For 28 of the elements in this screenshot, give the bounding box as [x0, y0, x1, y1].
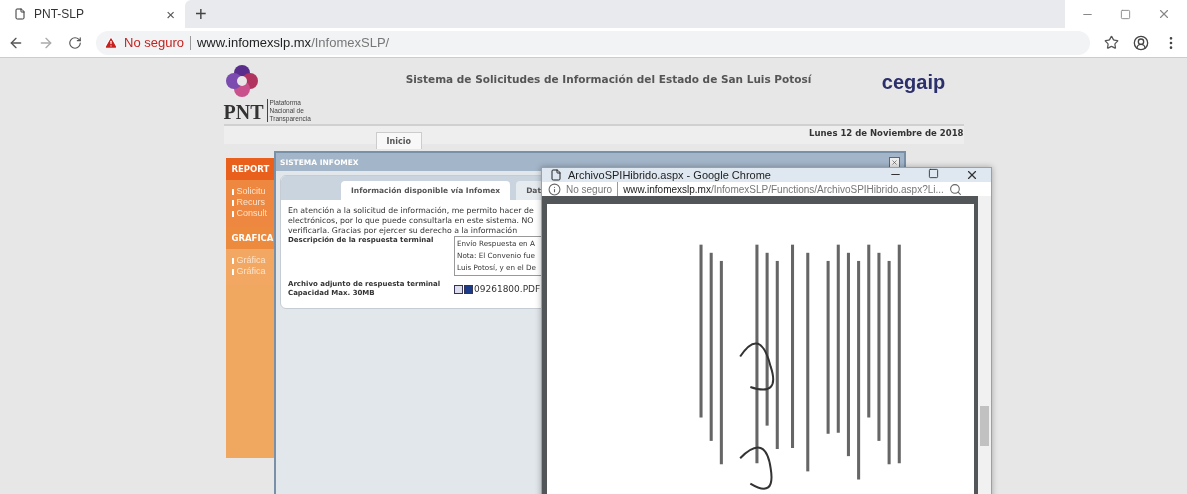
- page-icon: [550, 169, 562, 181]
- nav-tab[interactable]: Inicio: [375, 132, 422, 149]
- address-bar[interactable]: No seguro www.infomexslp.mx/InfomexSLP/Functions/ArchivoSPIHibrido.aspx?Li...: [542, 182, 991, 196]
- address-bar[interactable]: No seguro www.infomexslp.mx/InfomexSLP/: [96, 30, 1090, 55]
- bookmark-star-icon[interactable]: [1104, 35, 1119, 50]
- file-link[interactable]: 09261800.PDF: [474, 284, 541, 294]
- new-tab-button[interactable]: +: [195, 2, 207, 26]
- url-text: www.infomexslp.mx/InfomexSLP/Functions/ArchivoSPIHibrido.aspx?Li...: [623, 183, 944, 195]
- page-icon: [14, 8, 26, 20]
- zoom-icon[interactable]: [948, 182, 962, 196]
- close-icon[interactable]: [965, 168, 979, 182]
- security-label: No seguro: [566, 183, 613, 195]
- date-label: Lunes 12 de Noviembre de 2018: [809, 127, 964, 138]
- scrollbar[interactable]: [978, 196, 991, 494]
- pinwheel-icon: [223, 63, 260, 99]
- info-icon: [548, 182, 561, 196]
- url-text: www.infomexslp.mx/InfomexSLP/: [197, 35, 390, 50]
- reload-icon[interactable]: [68, 35, 82, 50]
- warning-icon: [104, 35, 118, 50]
- tab-close-button[interactable]: ×: [166, 5, 175, 23]
- cegaip-logo: cegaip: [880, 70, 947, 94]
- maximize-icon[interactable]: [1120, 8, 1131, 20]
- close-icon: [891, 158, 898, 166]
- account-icon[interactable]: [1133, 34, 1149, 51]
- popup-title: ArchivoSPIHibrido.aspx - Google Chrome: [568, 169, 772, 181]
- security-label: No seguro: [124, 35, 184, 50]
- maximize-icon[interactable]: [928, 168, 939, 179]
- site-title: Sistema de Solicitudes de Información del Estado de San Luis Potosí: [404, 72, 813, 85]
